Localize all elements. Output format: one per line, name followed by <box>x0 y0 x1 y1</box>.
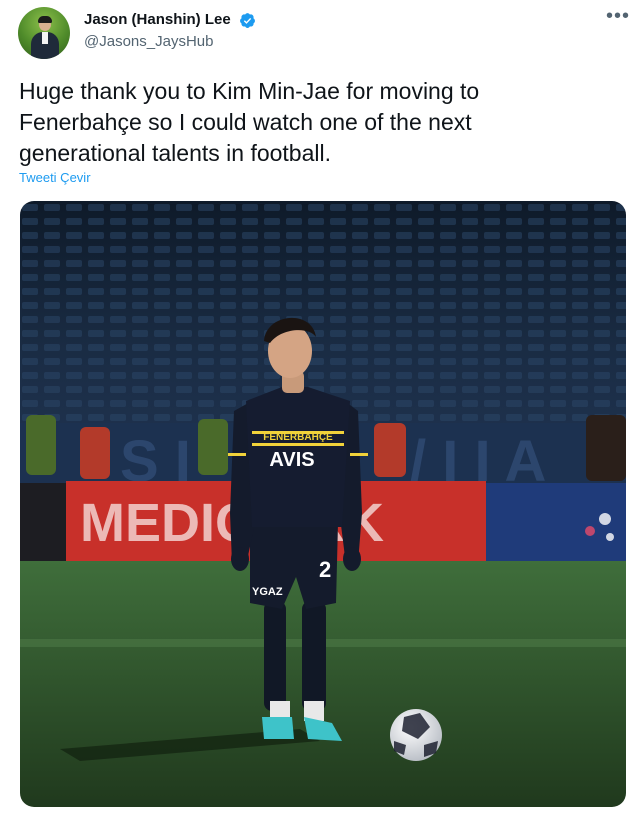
football <box>390 709 442 761</box>
tweet-text: Huge thank you to Kim Min-Jae for moving… <box>19 76 619 169</box>
tweet-text-line: generational talents in football. <box>19 140 331 166</box>
jersey-sponsor: AVIS <box>269 449 314 471</box>
tweet-card: Jason (Hanshin) Lee @Jasons_JaysHub ••• … <box>0 0 640 814</box>
tweet-photo[interactable]: S I / I I A MEDIC ARK <box>20 201 626 807</box>
author-display-name[interactable]: Jason (Hanshin) Lee <box>84 11 231 29</box>
jersey-club: FENERBAHÇE <box>263 432 333 443</box>
translate-tweet-link[interactable]: Tweeti Çevir <box>19 170 91 186</box>
tweet-text-line: Fenerbahçe so I could watch one of the n… <box>19 109 472 135</box>
shorts-sponsor: YGAZ <box>252 586 283 598</box>
author-handle[interactable]: @Jasons_JaysHub <box>84 33 213 51</box>
more-options-icon[interactable]: ••• <box>603 6 633 32</box>
tweet-text-line: Huge thank you to Kim Min-Jae for moving… <box>19 78 480 104</box>
shorts-number: 2 <box>319 557 331 582</box>
verified-badge-icon <box>240 13 255 28</box>
author-avatar[interactable] <box>18 7 70 59</box>
